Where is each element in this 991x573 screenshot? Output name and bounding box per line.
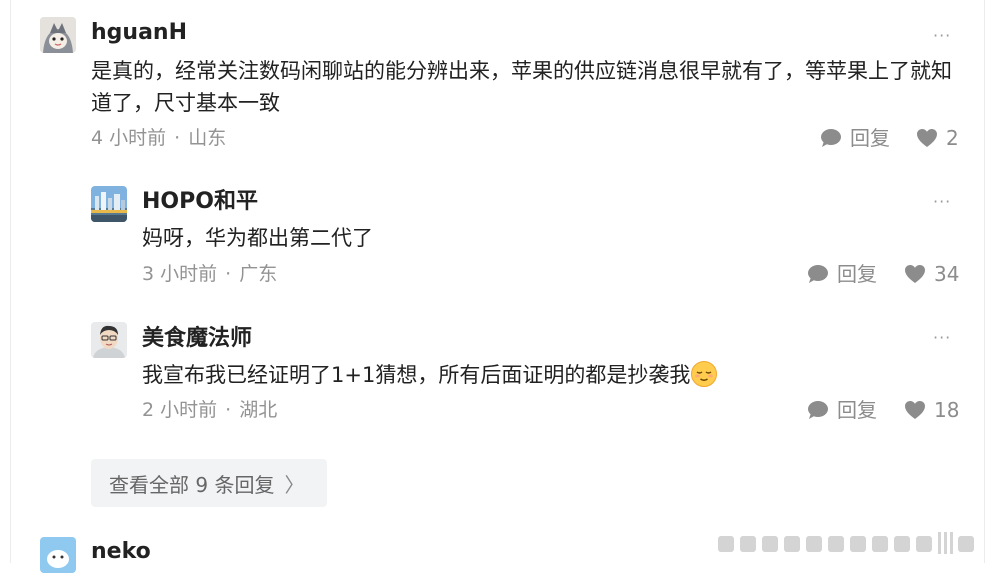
reply-label: 回复 bbox=[837, 262, 877, 286]
heart-icon bbox=[905, 401, 925, 419]
location: 广东 bbox=[239, 263, 278, 285]
chevron-right-icon: 〉 bbox=[284, 472, 305, 497]
reply-button[interactable]: 回复 bbox=[807, 397, 877, 423]
reply-label: 回复 bbox=[850, 126, 890, 150]
avatar[interactable] bbox=[40, 17, 76, 53]
avatar[interactable] bbox=[91, 186, 127, 222]
meta-separator: · bbox=[225, 263, 232, 285]
view-all-label: 查看全部 9 条回复 bbox=[109, 472, 275, 497]
like-button[interactable]: 18 bbox=[904, 397, 959, 423]
speech-bubble-icon bbox=[821, 129, 841, 147]
avatar[interactable] bbox=[40, 537, 76, 573]
like-count: 2 bbox=[946, 126, 959, 150]
like-count: 18 bbox=[934, 398, 960, 422]
location: 湖北 bbox=[239, 399, 278, 421]
avatar[interactable] bbox=[91, 322, 127, 358]
more-options-icon[interactable]: ··· bbox=[933, 330, 951, 346]
username[interactable]: HOPO和平 bbox=[142, 188, 258, 216]
reply-text: 妈呀，华为都出第二代了 bbox=[142, 226, 373, 250]
speech-bubble-icon bbox=[808, 401, 828, 419]
reply-text-line: 我宣布我已经证明了1+1猜想，所有后面证明的都是抄袭我 bbox=[142, 359, 942, 391]
heart-icon bbox=[905, 265, 925, 283]
right-border bbox=[984, 0, 985, 563]
more-options-icon[interactable]: ··· bbox=[933, 28, 951, 44]
watermark bbox=[718, 530, 986, 563]
relieved-face-icon bbox=[691, 361, 718, 387]
username[interactable]: neko bbox=[91, 538, 151, 566]
reply-meta: 3 小时前 · 广东 bbox=[142, 261, 277, 287]
timestamp: 4 小时前 bbox=[91, 127, 167, 149]
comment-meta: 4 小时前 · 山东 bbox=[91, 125, 226, 151]
view-all-replies-button[interactable]: 查看全部 9 条回复 〉 bbox=[91, 459, 327, 507]
more-options-icon[interactable]: ··· bbox=[933, 194, 951, 210]
reply-meta: 2 小时前 · 湖北 bbox=[142, 397, 277, 423]
username[interactable]: hguanH bbox=[91, 19, 187, 47]
username[interactable]: 美食魔法师 bbox=[142, 325, 252, 353]
comment-text: 是真的，经常关注数码闲聊站的能分辨出来，苹果的供应链消息很早就有了，等苹果上了就… bbox=[91, 59, 952, 115]
like-count: 34 bbox=[934, 262, 960, 286]
reply-label: 回复 bbox=[837, 398, 877, 422]
timestamp: 3 小时前 bbox=[142, 263, 218, 285]
location: 山东 bbox=[188, 127, 227, 149]
reply-button[interactable]: 回复 bbox=[807, 261, 877, 287]
meta-separator: · bbox=[174, 127, 181, 149]
like-button[interactable]: 34 bbox=[904, 261, 959, 287]
reply-button[interactable]: 回复 bbox=[820, 125, 890, 151]
timestamp: 2 小时前 bbox=[142, 399, 218, 421]
left-border bbox=[10, 0, 11, 563]
reply-text: 我宣布我已经证明了1+1猜想，所有后面证明的都是抄袭我 bbox=[142, 363, 691, 387]
like-button[interactable]: 2 bbox=[916, 125, 959, 151]
speech-bubble-icon bbox=[808, 265, 828, 283]
meta-separator: · bbox=[225, 399, 232, 421]
heart-icon bbox=[917, 129, 937, 147]
